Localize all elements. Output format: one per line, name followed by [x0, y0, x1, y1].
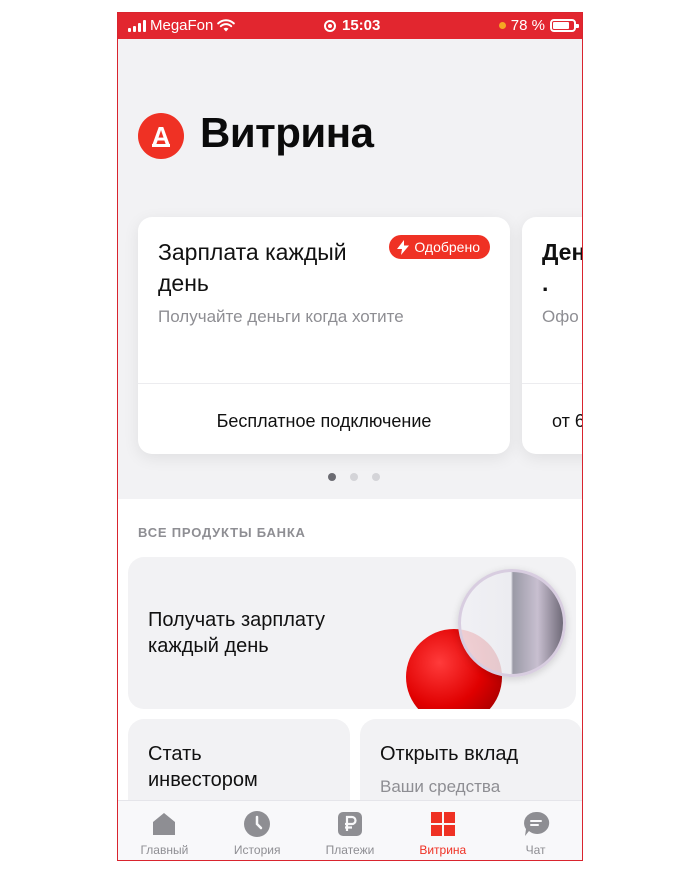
tab-label: Платежи — [325, 843, 375, 857]
tab-bar: Главный История Платежи Витрина Чат — [118, 800, 582, 860]
product-label: Стать инвестором — [148, 743, 258, 791]
battery-icon — [550, 19, 579, 32]
home-icon — [149, 809, 179, 839]
clock-icon — [242, 809, 272, 839]
alfa-logo-icon: А — [138, 113, 184, 159]
carousel-indicator[interactable] — [328, 473, 380, 481]
tab-label: История — [233, 843, 281, 857]
promo-card-salary[interactable]: Зарплата каждый день Одобрено Получайте … — [138, 217, 510, 454]
carousel-dot[interactable] — [372, 473, 380, 481]
phone-screen: MegaFon 15:03 78 % А Витрина Зарплата ка… — [117, 12, 583, 861]
signal-icon — [128, 19, 146, 32]
approved-badge: Одобрено — [389, 235, 490, 259]
product-subtitle: Ваши средства — [380, 777, 501, 796]
product-card-salary[interactable]: Получать зарплату каждый день — [128, 557, 576, 709]
tab-showcase[interactable]: Витрина — [396, 801, 489, 860]
status-bar: MegaFon 15:03 78 % — [118, 13, 582, 39]
promo-card-next[interactable]: Ден на . Офо от 6 — [522, 217, 583, 454]
product-label: Получать зарплату каждый день — [148, 609, 325, 657]
ruble-icon — [335, 809, 365, 839]
tab-home[interactable]: Главный — [118, 801, 211, 860]
badge-label: Одобрено — [414, 239, 480, 255]
page-title: Витрина — [200, 109, 374, 156]
chat-icon — [521, 809, 551, 839]
glass-coin-illustration — [458, 569, 566, 677]
status-right: 78 % — [498, 17, 579, 34]
carousel-dot[interactable] — [328, 473, 336, 481]
promo-subtitle: Офо — [542, 307, 579, 326]
tab-label: Витрина — [419, 843, 467, 857]
lightning-icon — [397, 239, 410, 255]
battery-percent: 78 % — [510, 17, 545, 34]
divider — [522, 383, 582, 384]
screen-record-icon — [324, 19, 336, 32]
tab-history[interactable]: История — [211, 801, 304, 860]
showcase-icon — [428, 809, 458, 839]
divider — [138, 383, 510, 384]
promo-title: Ден на . — [542, 239, 583, 296]
promo-title: Зарплата каждый день — [158, 239, 347, 296]
product-label: Открыть вклад — [380, 743, 519, 765]
wifi-icon — [217, 19, 236, 32]
promo-footer-button[interactable]: от 6 — [552, 411, 582, 432]
privacy-indicator-icon — [498, 22, 506, 29]
tab-payments[interactable]: Платежи — [304, 801, 397, 860]
status-time: 15:03 — [342, 17, 381, 34]
carousel-dot[interactable] — [350, 473, 358, 481]
promo-subtitle: Получайте деньги когда хотите — [158, 307, 404, 326]
tab-chat[interactable]: Чат — [489, 801, 582, 860]
section-label: ВСЕ ПРОДУКТЫ БАНКА — [138, 525, 306, 540]
status-center: 15:03 — [324, 17, 380, 34]
tab-label: Главный — [140, 843, 189, 857]
tab-label: Чат — [525, 843, 546, 857]
carrier-name: MegaFon — [150, 17, 214, 34]
promo-footer-button[interactable]: Бесплатное подключение — [138, 411, 510, 432]
status-left: MegaFon — [128, 17, 236, 34]
